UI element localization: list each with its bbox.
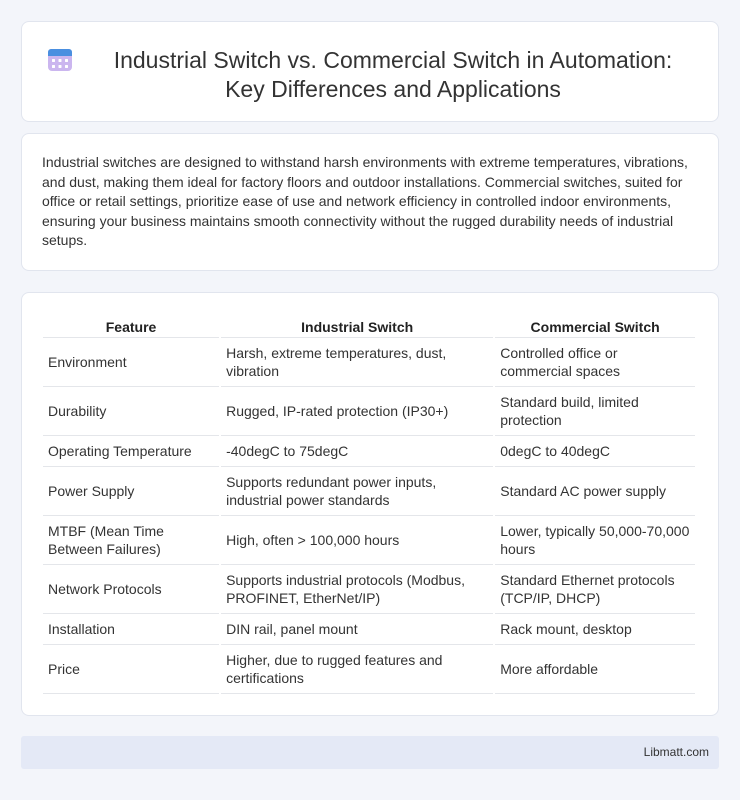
industrial-cell: DIN rail, panel mount (221, 614, 494, 645)
table-row: Operating Temperature -40degC to 75degC … (43, 436, 695, 467)
page-title: Industrial Switch vs. Commercial Switch … (113, 47, 673, 102)
feature-cell: Price (43, 645, 220, 694)
table-row: Durability Rugged, IP-rated protection (… (43, 387, 695, 436)
table-row: Price Higher, due to rugged features and… (43, 645, 695, 694)
comparison-table: Feature Industrial Switch Commercial Swi… (41, 313, 697, 694)
commercial-cell: Lower, typically 50,000-70,000 hours (495, 516, 695, 565)
industrial-cell: -40degC to 75degC (221, 436, 494, 467)
intro-paragraph: Industrial switches are designed to with… (42, 154, 688, 249)
commercial-cell: More affordable (495, 645, 695, 694)
commercial-cell: Standard Ethernet protocols (TCP/IP, DHC… (495, 565, 695, 614)
feature-cell: MTBF (Mean Time Between Failures) (43, 516, 220, 565)
feature-cell: Operating Temperature (43, 436, 220, 467)
table-row: MTBF (Mean Time Between Failures) High, … (43, 516, 695, 565)
feature-cell: Power Supply (43, 467, 220, 516)
industrial-cell: Rugged, IP-rated protection (IP30+) (221, 387, 494, 436)
footer-site-link[interactable]: Libmatt.com (644, 745, 709, 759)
table-row: Environment Harsh, extreme temperatures,… (43, 338, 695, 387)
comparison-card: Feature Industrial Switch Commercial Swi… (21, 292, 719, 716)
feature-cell: Durability (43, 387, 220, 436)
column-header-commercial: Commercial Switch (495, 313, 695, 338)
industrial-cell: Supports industrial protocols (Modbus, P… (221, 565, 494, 614)
header-card: Industrial Switch vs. Commercial Switch … (21, 21, 719, 122)
industrial-cell: Supports redundant power inputs, industr… (221, 467, 494, 516)
table-row: Power Supply Supports redundant power in… (43, 467, 695, 516)
column-header-feature: Feature (43, 313, 220, 338)
column-header-industrial: Industrial Switch (221, 313, 494, 338)
feature-cell: Environment (43, 338, 220, 387)
table-row: Network Protocols Supports industrial pr… (43, 565, 695, 614)
intro-card: Industrial switches are designed to with… (21, 133, 719, 271)
calendar-grid-icon (48, 49, 72, 71)
commercial-cell: 0degC to 40degC (495, 436, 695, 467)
table-header-row: Feature Industrial Switch Commercial Swi… (43, 313, 695, 338)
commercial-cell: Standard AC power supply (495, 467, 695, 516)
commercial-cell: Controlled office or commercial spaces (495, 338, 695, 387)
feature-cell: Installation (43, 614, 220, 645)
feature-cell: Network Protocols (43, 565, 220, 614)
commercial-cell: Standard build, limited protection (495, 387, 695, 436)
footer-bar: Libmatt.com (21, 736, 719, 769)
commercial-cell: Rack mount, desktop (495, 614, 695, 645)
table-row: Installation DIN rail, panel mount Rack … (43, 614, 695, 645)
industrial-cell: High, often > 100,000 hours (221, 516, 494, 565)
industrial-cell: Harsh, extreme temperatures, dust, vibra… (221, 338, 494, 387)
industrial-cell: Higher, due to rugged features and certi… (221, 645, 494, 694)
